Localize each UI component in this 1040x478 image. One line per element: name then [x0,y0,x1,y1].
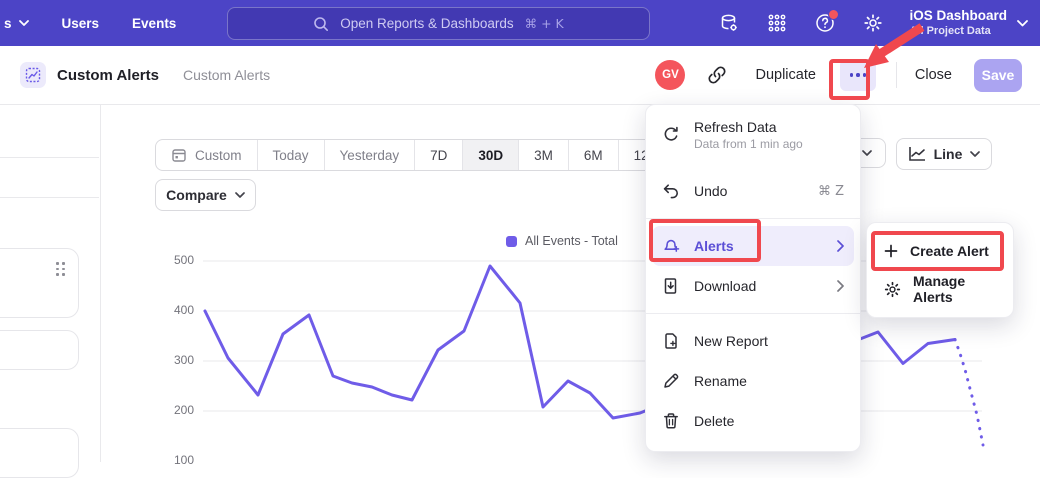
line-chart-icon [908,146,926,162]
top-nav: s Users Events Open Reports & Dashboards… [0,0,1040,46]
search-placeholder: Open Reports & Dashboards [340,16,513,31]
drag-handle-icon[interactable] [56,262,65,276]
nav-item-events[interactable]: Events [132,16,176,31]
range-3m[interactable]: 3M [519,140,569,170]
alerts-menu-item[interactable]: Alerts [652,226,854,266]
sidebar [0,104,101,462]
sidebar-card[interactable] [0,248,79,318]
search-shortcut: ⌘ + K [525,16,564,31]
gear-icon [884,281,901,298]
chart-type-button[interactable]: Line [896,138,992,170]
range-custom[interactable]: Custom [156,140,258,170]
data-management-icon[interactable] [717,11,741,35]
divider [646,313,860,314]
chevron-down-icon [862,150,872,156]
search-input[interactable]: Open Reports & Dashboards ⌘ + K [227,7,650,40]
calendar-icon [171,147,187,163]
compare-button[interactable]: Compare [155,179,256,211]
y-axis-label: 500 [158,253,194,267]
notification-dot [828,9,839,20]
divider [896,62,897,88]
manage-alerts-item[interactable]: Manage Alerts [867,270,1013,308]
legend-item[interactable]: All Events - Total [506,234,618,248]
range-today[interactable]: Today [258,140,325,170]
undo-menu-item[interactable]: Undo ⌘ Z [646,171,860,211]
chevron-down-icon [970,151,980,157]
divider [0,197,99,198]
nav-item-users[interactable]: Users [62,16,100,31]
alerts-submenu: Create Alert Manage Alerts [866,222,1014,318]
nav-item-boards-truncated[interactable]: s [4,16,29,31]
page-title: Custom Alerts [57,67,159,84]
date-range-control: Custom Today Yesterday 7D 30D 3M 6M 12M [155,139,676,171]
y-axis-label: 300 [158,353,194,367]
more-options-button[interactable] [840,59,876,91]
y-axis-label: 100 [158,453,194,467]
pencil-icon [662,372,680,390]
magnifier-icon [313,16,329,32]
refresh-status: Data from 1 min ago [694,137,803,151]
divider [0,157,99,158]
undo-icon [662,182,680,200]
range-30d-selected[interactable]: 30D [463,140,519,170]
download-file-icon [662,277,680,295]
apps-grid-icon[interactable] [765,11,789,35]
sidebar-card[interactable] [0,330,79,370]
undo-shortcut: ⌘ Z [818,184,844,199]
legend-label: All Events - Total [525,234,618,248]
y-axis-label: 200 [158,403,194,417]
refresh-icon [662,126,680,144]
chevron-right-icon [837,280,844,292]
report-options-menu: Refresh Data Data from 1 min ago Undo ⌘ … [645,104,861,452]
avatar[interactable]: GV [655,60,685,90]
y-axis-label: 400 [158,303,194,317]
download-menu-item[interactable]: Download [646,266,860,306]
save-button[interactable]: Save [974,59,1022,92]
series-line-projected [955,340,983,446]
breadcrumb: Custom Alerts [183,67,270,83]
range-7d[interactable]: 7D [415,140,463,170]
chevron-right-icon [837,240,844,252]
new-report-menu-item[interactable]: New Report [646,321,860,361]
delete-menu-item[interactable]: Delete [646,401,860,441]
range-6m[interactable]: 6M [569,140,619,170]
dashboard-name: iOS Dashboard [909,8,1007,25]
plus-icon [884,244,898,258]
chevron-down-icon [235,192,245,198]
bell-plus-icon [662,237,680,255]
copy-link-icon[interactable] [707,65,727,85]
project-scope: All Project Data [909,25,1007,39]
create-alert-item[interactable]: Create Alert [867,232,1013,270]
duplicate-button[interactable]: Duplicate [755,67,815,83]
report-chart-icon [20,62,46,88]
range-yesterday[interactable]: Yesterday [325,140,416,170]
refresh-data-menu-item[interactable]: Refresh Data Data from 1 min ago [646,115,860,171]
chevron-down-icon [19,20,29,26]
settings-gear-icon[interactable] [861,11,885,35]
report-header: Custom Alerts Custom Alerts GV Duplicate… [0,46,1040,105]
rename-menu-item[interactable]: Rename [646,361,860,401]
divider [646,218,860,219]
sidebar-card[interactable] [0,428,79,478]
new-report-icon [662,332,680,350]
legend-swatch [506,236,517,247]
help-icon[interactable] [813,11,837,35]
close-button[interactable]: Close [915,67,952,83]
project-switcher[interactable]: iOS Dashboard All Project Data [909,8,1028,39]
trash-icon [662,412,680,430]
chevron-down-icon [1017,20,1028,27]
